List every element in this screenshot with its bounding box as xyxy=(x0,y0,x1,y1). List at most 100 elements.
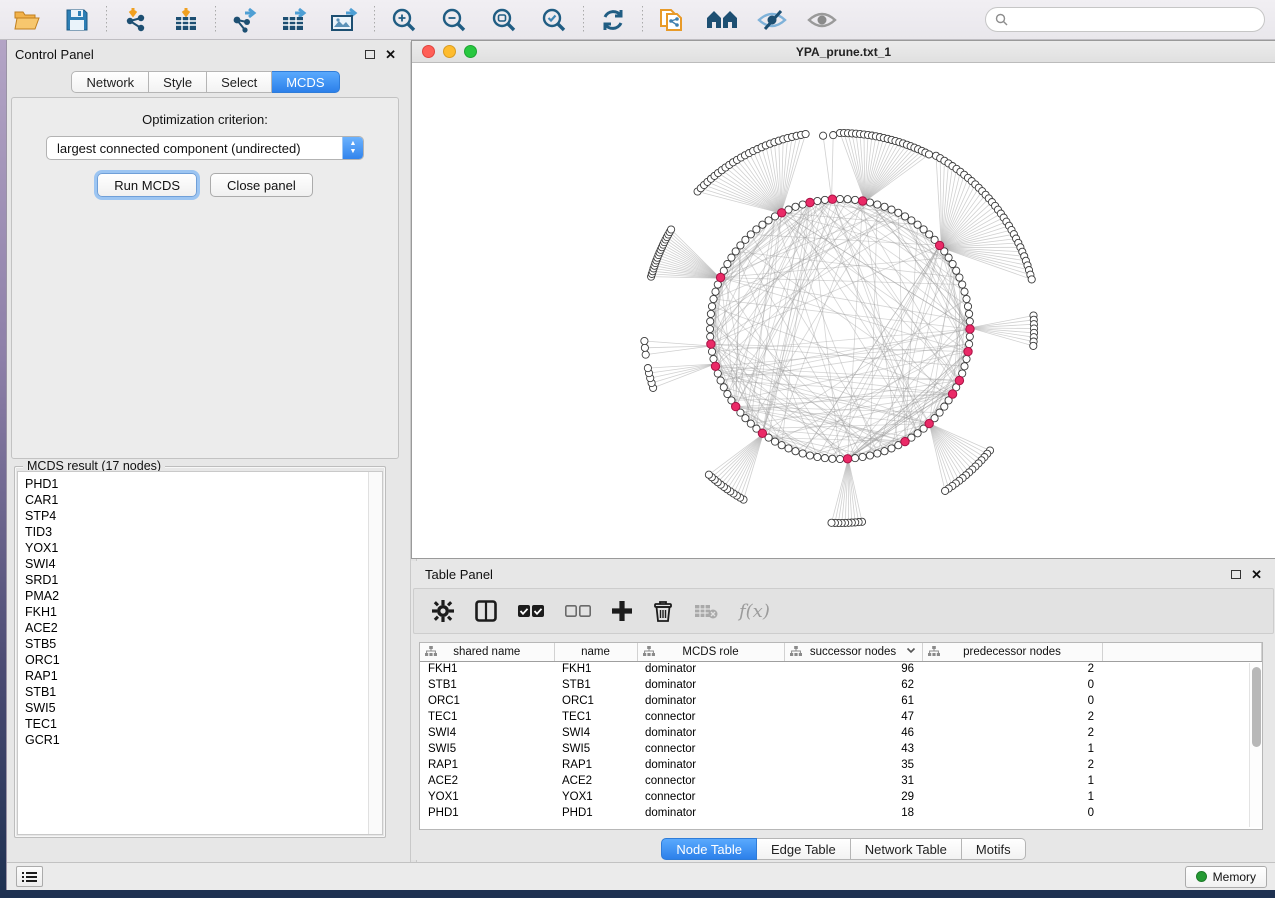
tab-mcds[interactable]: MCDS xyxy=(272,71,339,93)
table-row[interactable]: SWI5SWI5connector431 xyxy=(420,741,1262,757)
import-network-icon[interactable] xyxy=(119,5,153,35)
result-list-item[interactable]: GCR1 xyxy=(25,732,368,748)
zoom-in-icon[interactable] xyxy=(387,5,421,35)
tab-select[interactable]: Select xyxy=(207,71,272,93)
result-list-item[interactable]: SWI5 xyxy=(25,700,368,716)
result-list-item[interactable]: CAR1 xyxy=(25,492,368,508)
table-cell[interactable]: 2 xyxy=(922,757,1102,773)
table-cell[interactable]: SWI4 xyxy=(420,725,554,741)
table-row[interactable]: YOX1YOX1connector291 xyxy=(420,789,1262,805)
table-cell[interactable]: 61 xyxy=(784,693,922,709)
table-cell[interactable]: 0 xyxy=(922,805,1102,821)
tab-network-table[interactable]: Network Table xyxy=(851,838,962,860)
table-row[interactable]: SWI4SWI4dominator462 xyxy=(420,725,1262,741)
table-cell[interactable]: STB1 xyxy=(554,677,637,693)
criterion-select[interactable]: largest connected component (undirected)… xyxy=(46,136,364,160)
table-row[interactable]: STB1STB1dominator620 xyxy=(420,677,1262,693)
table-cell[interactable]: 0 xyxy=(922,693,1102,709)
save-session-icon[interactable] xyxy=(60,5,94,35)
close-table-panel-icon[interactable]: ✕ xyxy=(1251,568,1262,581)
delete-column-icon[interactable] xyxy=(653,600,673,622)
table-cell[interactable]: 18 xyxy=(784,805,922,821)
table-cell[interactable]: 2 xyxy=(922,709,1102,725)
table-cell[interactable]: SWI5 xyxy=(554,741,637,757)
search-input[interactable] xyxy=(1013,13,1255,27)
close-panel-icon[interactable]: ✕ xyxy=(385,48,396,61)
table-cell[interactable]: 46 xyxy=(784,725,922,741)
table-cell[interactable]: 2 xyxy=(922,661,1102,677)
table-row[interactable]: TEC1TEC1connector472 xyxy=(420,709,1262,725)
table-cell[interactable]: 43 xyxy=(784,741,922,757)
table-scrollbar-thumb[interactable] xyxy=(1252,667,1261,747)
zoom-selected-icon[interactable] xyxy=(537,5,571,35)
table-cell[interactable]: 96 xyxy=(784,661,922,677)
table-cell[interactable]: YOX1 xyxy=(420,789,554,805)
table-cell[interactable]: dominator xyxy=(637,677,784,693)
table-cell[interactable]: 0 xyxy=(922,677,1102,693)
export-network-icon[interactable] xyxy=(228,5,262,35)
result-list-item[interactable]: YOX1 xyxy=(25,540,368,556)
result-list-item[interactable]: PMA2 xyxy=(25,588,368,604)
import-table-icon[interactable] xyxy=(169,5,203,35)
table-cell[interactable]: dominator xyxy=(637,693,784,709)
delete-table-icon[interactable] xyxy=(694,603,718,619)
table-cell[interactable]: PHD1 xyxy=(420,805,554,821)
table-cell[interactable]: PHD1 xyxy=(554,805,637,821)
table-cell[interactable]: dominator xyxy=(637,805,784,821)
result-list-scrollbar[interactable] xyxy=(368,472,382,834)
table-cell[interactable]: TEC1 xyxy=(420,709,554,725)
table-row[interactable]: PHD1PHD1dominator180 xyxy=(420,805,1262,821)
table-row[interactable]: ACE2ACE2connector311 xyxy=(420,773,1262,789)
table-cell[interactable]: RAP1 xyxy=(420,757,554,773)
table-row[interactable]: RAP1RAP1dominator352 xyxy=(420,757,1262,773)
result-list-item[interactable]: TID3 xyxy=(25,524,368,540)
table-cell[interactable]: 2 xyxy=(922,725,1102,741)
task-history-button[interactable] xyxy=(16,866,43,887)
refresh-icon[interactable] xyxy=(596,5,630,35)
column-header-shared-name[interactable]: shared name xyxy=(420,643,554,661)
column-visibility-icon[interactable] xyxy=(475,600,497,622)
column-header-predecessor-nodes[interactable]: predecessor nodes xyxy=(922,643,1102,661)
export-image-icon[interactable] xyxy=(328,5,362,35)
table-cell[interactable]: ACE2 xyxy=(420,773,554,789)
table-cell[interactable]: connector xyxy=(637,773,784,789)
table-cell[interactable]: SWI5 xyxy=(420,741,554,757)
table-cell[interactable]: FKH1 xyxy=(554,661,637,677)
add-column-icon[interactable] xyxy=(612,601,632,621)
tab-motifs[interactable]: Motifs xyxy=(962,838,1026,860)
table-cell[interactable]: 1 xyxy=(922,741,1102,757)
table-cell[interactable]: YOX1 xyxy=(554,789,637,805)
export-table-icon[interactable] xyxy=(278,5,312,35)
result-list-item[interactable]: STP4 xyxy=(25,508,368,524)
tab-edge-table[interactable]: Edge Table xyxy=(757,838,851,860)
table-cell[interactable]: ORC1 xyxy=(554,693,637,709)
result-list-item[interactable]: STB1 xyxy=(25,684,368,700)
zoom-out-icon[interactable] xyxy=(437,5,471,35)
table-cell[interactable]: 62 xyxy=(784,677,922,693)
tab-style[interactable]: Style xyxy=(149,71,207,93)
new-network-from-selection-icon[interactable] xyxy=(655,5,689,35)
table-cell[interactable]: FKH1 xyxy=(420,661,554,677)
table-cell[interactable]: dominator xyxy=(637,661,784,677)
result-list-item[interactable]: ACE2 xyxy=(25,620,368,636)
zoom-fit-icon[interactable] xyxy=(487,5,521,35)
open-file-icon[interactable] xyxy=(10,5,44,35)
tab-network[interactable]: Network xyxy=(71,71,149,93)
table-row[interactable]: ORC1ORC1dominator610 xyxy=(420,693,1262,709)
table-cell[interactable]: connector xyxy=(637,789,784,805)
table-cell[interactable]: ACE2 xyxy=(554,773,637,789)
table-cell[interactable]: 1 xyxy=(922,789,1102,805)
table-scrollbar[interactable] xyxy=(1249,663,1262,827)
column-header-MCDS-role[interactable]: MCDS role xyxy=(637,643,784,661)
result-list-item[interactable]: SWI4 xyxy=(25,556,368,572)
hide-selected-icon[interactable] xyxy=(755,5,789,35)
table-cell[interactable]: TEC1 xyxy=(554,709,637,725)
result-list-item[interactable]: SRD1 xyxy=(25,572,368,588)
show-all-icon[interactable] xyxy=(805,5,839,35)
table-cell[interactable]: SWI4 xyxy=(554,725,637,741)
tab-node-table[interactable]: Node Table xyxy=(661,838,757,860)
float-table-panel-icon[interactable] xyxy=(1231,570,1241,579)
column-header-name[interactable]: name xyxy=(554,643,637,661)
table-cell[interactable]: dominator xyxy=(637,757,784,773)
table-settings-icon[interactable] xyxy=(432,600,454,622)
